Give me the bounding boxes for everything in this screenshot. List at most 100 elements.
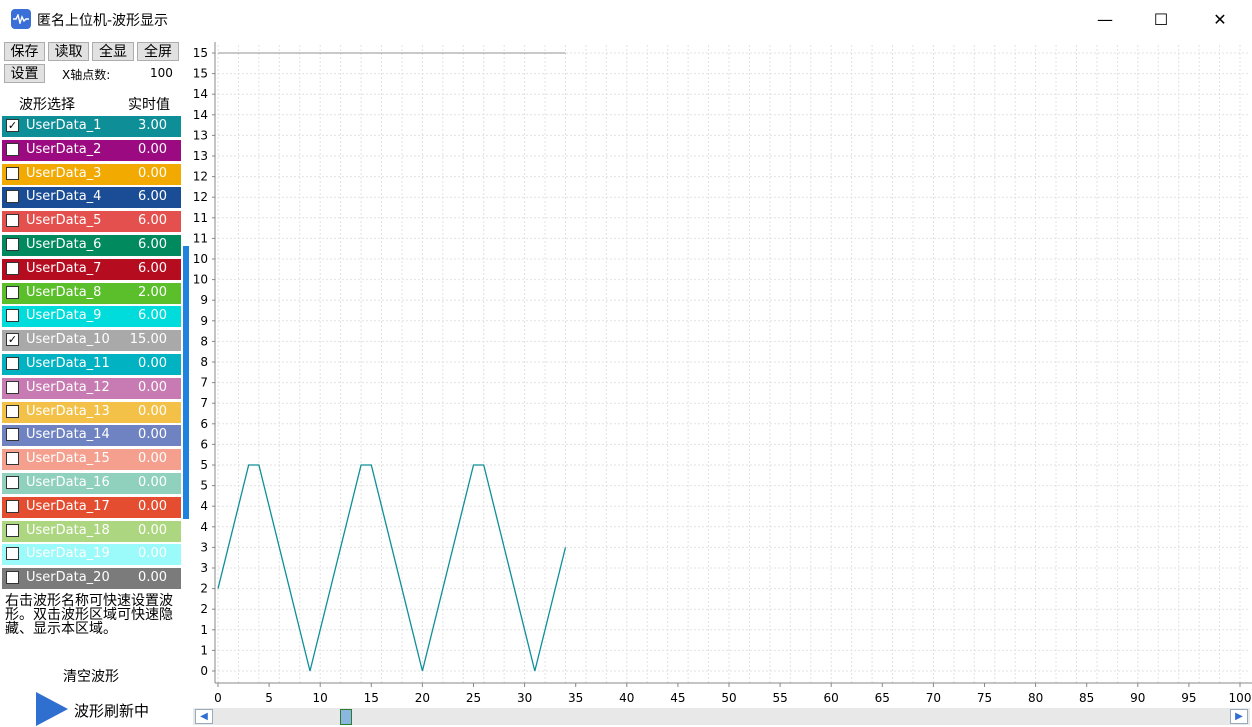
wave-row[interactable]: UserData_20 0.00	[2, 568, 181, 590]
wave-checkbox[interactable]: ✓	[6, 119, 19, 132]
x-tick-label: 10	[313, 691, 328, 705]
wave-name[interactable]: UserData_9	[26, 308, 101, 323]
read-button[interactable]: 读取	[48, 42, 89, 61]
wave-select-header: 波形选择	[19, 97, 75, 113]
scroll-thumb[interactable]	[340, 709, 352, 725]
wave-row[interactable]: ✓ UserData_1 3.00	[2, 116, 181, 137]
wave-name[interactable]: UserData_20	[26, 570, 110, 585]
x-tick-label: 75	[977, 691, 992, 705]
wave-name[interactable]: UserData_12	[26, 380, 110, 395]
wave-checkbox[interactable]	[6, 380, 19, 394]
x-tick-label: 25	[466, 691, 481, 705]
wave-row[interactable]: UserData_5 6.00	[2, 211, 181, 233]
close-button[interactable]: ✕	[1190, 0, 1250, 38]
wave-row[interactable]: UserData_3 0.00	[2, 163, 181, 185]
maximize-button[interactable]: ☐	[1131, 0, 1191, 38]
wave-value: 0.00	[138, 522, 167, 538]
show-all-button[interactable]: 全显	[92, 42, 134, 61]
wave-checkbox[interactable]	[6, 261, 19, 275]
play-icon[interactable]	[36, 692, 68, 726]
wave-name[interactable]: UserData_17	[26, 499, 110, 514]
wave-row[interactable]: UserData_14 0.00	[2, 425, 181, 447]
wave-checkbox[interactable]	[6, 285, 19, 299]
wave-name[interactable]: UserData_19	[26, 546, 110, 561]
wave-row[interactable]: UserData_17 0.00	[2, 496, 181, 518]
wave-name[interactable]: UserData_15	[26, 451, 110, 466]
wave-checkbox[interactable]	[6, 166, 19, 180]
wave-checkbox[interactable]	[6, 142, 19, 156]
wave-value: 0.00	[138, 379, 167, 395]
wave-row[interactable]: UserData_18 0.00	[2, 520, 181, 542]
wave-row[interactable]: UserData_2 0.00	[2, 139, 181, 161]
wave-name[interactable]: UserData_16	[26, 475, 110, 490]
wave-name[interactable]: UserData_18	[26, 523, 110, 538]
y-tick-label: 10	[193, 273, 208, 287]
refresh-status: 波形刷新中	[74, 702, 150, 720]
wave-checkbox[interactable]	[6, 309, 19, 323]
wave-name[interactable]: UserData_2	[26, 142, 101, 157]
fullscreen-button[interactable]: 全屏	[137, 42, 179, 61]
y-tick-label: 0	[200, 664, 208, 678]
wave-checkbox[interactable]	[6, 404, 19, 418]
x-tick-label: 70	[926, 691, 941, 705]
wave-checkbox[interactable]	[6, 214, 19, 228]
wave-checkbox[interactable]	[6, 547, 19, 561]
wave-name[interactable]: UserData_10	[26, 332, 110, 347]
save-button[interactable]: 保存	[4, 42, 45, 61]
panel-splitter[interactable]	[183, 246, 189, 519]
x-tick-label: 0	[214, 691, 222, 705]
wave-checkbox[interactable]	[6, 523, 19, 537]
wave-checkbox[interactable]	[6, 428, 19, 442]
wave-name[interactable]: UserData_13	[26, 404, 110, 419]
wave-checkbox[interactable]	[6, 190, 19, 204]
wave-row[interactable]: UserData_12 0.00	[2, 377, 181, 399]
wave-checkbox[interactable]	[6, 571, 19, 585]
scroll-right-icon[interactable]: ▶	[1230, 709, 1248, 724]
wave-checkbox[interactable]	[6, 499, 19, 513]
wave-row[interactable]: UserData_16 0.00	[2, 473, 181, 494]
wave-name[interactable]: UserData_5	[26, 213, 101, 228]
clear-waves-button[interactable]: 清空波形	[63, 666, 119, 686]
y-tick-label: 14	[193, 87, 208, 101]
series-line-userdata-1	[217, 464, 567, 672]
wave-row[interactable]: ✓ UserData_10 15.00	[2, 330, 181, 352]
wave-name[interactable]: UserData_14	[26, 427, 110, 442]
wave-name[interactable]: UserData_7	[26, 261, 101, 276]
x-points-input[interactable]: 100	[150, 66, 173, 80]
wave-value: 6.00	[138, 308, 167, 324]
wave-name[interactable]: UserData_4	[26, 189, 101, 204]
wave-row[interactable]: UserData_15 0.00	[2, 449, 181, 471]
wave-name[interactable]: UserData_3	[26, 166, 101, 181]
wave-name[interactable]: UserData_1	[26, 118, 101, 133]
wave-row[interactable]: UserData_11 0.00	[2, 354, 181, 375]
y-tick-label: 4	[200, 499, 208, 513]
x-tick-label: 35	[568, 691, 583, 705]
minimize-button[interactable]: —	[1075, 0, 1135, 38]
wave-checkbox[interactable]: ✓	[6, 333, 19, 347]
wave-name[interactable]: UserData_6	[26, 237, 101, 252]
horizontal-scrollbar[interactable]: ◀ ▶	[193, 708, 1250, 725]
wave-row[interactable]: UserData_19 0.00	[2, 544, 181, 566]
wave-row[interactable]: UserData_8 2.00	[2, 282, 181, 304]
wave-row[interactable]: UserData_4 6.00	[2, 187, 181, 209]
wave-checkbox[interactable]	[6, 357, 19, 370]
wave-value: 3.00	[138, 118, 167, 133]
wave-value: 0.00	[138, 403, 167, 419]
x-tick-label: 65	[875, 691, 890, 705]
scroll-left-icon[interactable]: ◀	[195, 709, 213, 724]
x-tick-label: 5	[265, 691, 273, 705]
wave-name[interactable]: UserData_8	[26, 285, 101, 300]
wave-row[interactable]: UserData_13 0.00	[2, 401, 181, 423]
wave-checkbox[interactable]	[6, 452, 19, 466]
wave-row[interactable]: UserData_7 6.00	[2, 258, 181, 280]
x-tick-label: 55	[772, 691, 787, 705]
wave-row[interactable]: UserData_9 6.00	[2, 306, 181, 328]
wave-checkbox[interactable]	[6, 476, 19, 489]
wave-name[interactable]: UserData_11	[26, 356, 110, 371]
wave-value: 6.00	[138, 260, 167, 276]
wave-value: 2.00	[138, 284, 167, 300]
wave-row[interactable]: UserData_6 6.00	[2, 235, 181, 256]
settings-button[interactable]: 设置	[4, 64, 45, 83]
y-tick-label: 2	[200, 582, 208, 596]
wave-checkbox[interactable]	[6, 238, 19, 251]
